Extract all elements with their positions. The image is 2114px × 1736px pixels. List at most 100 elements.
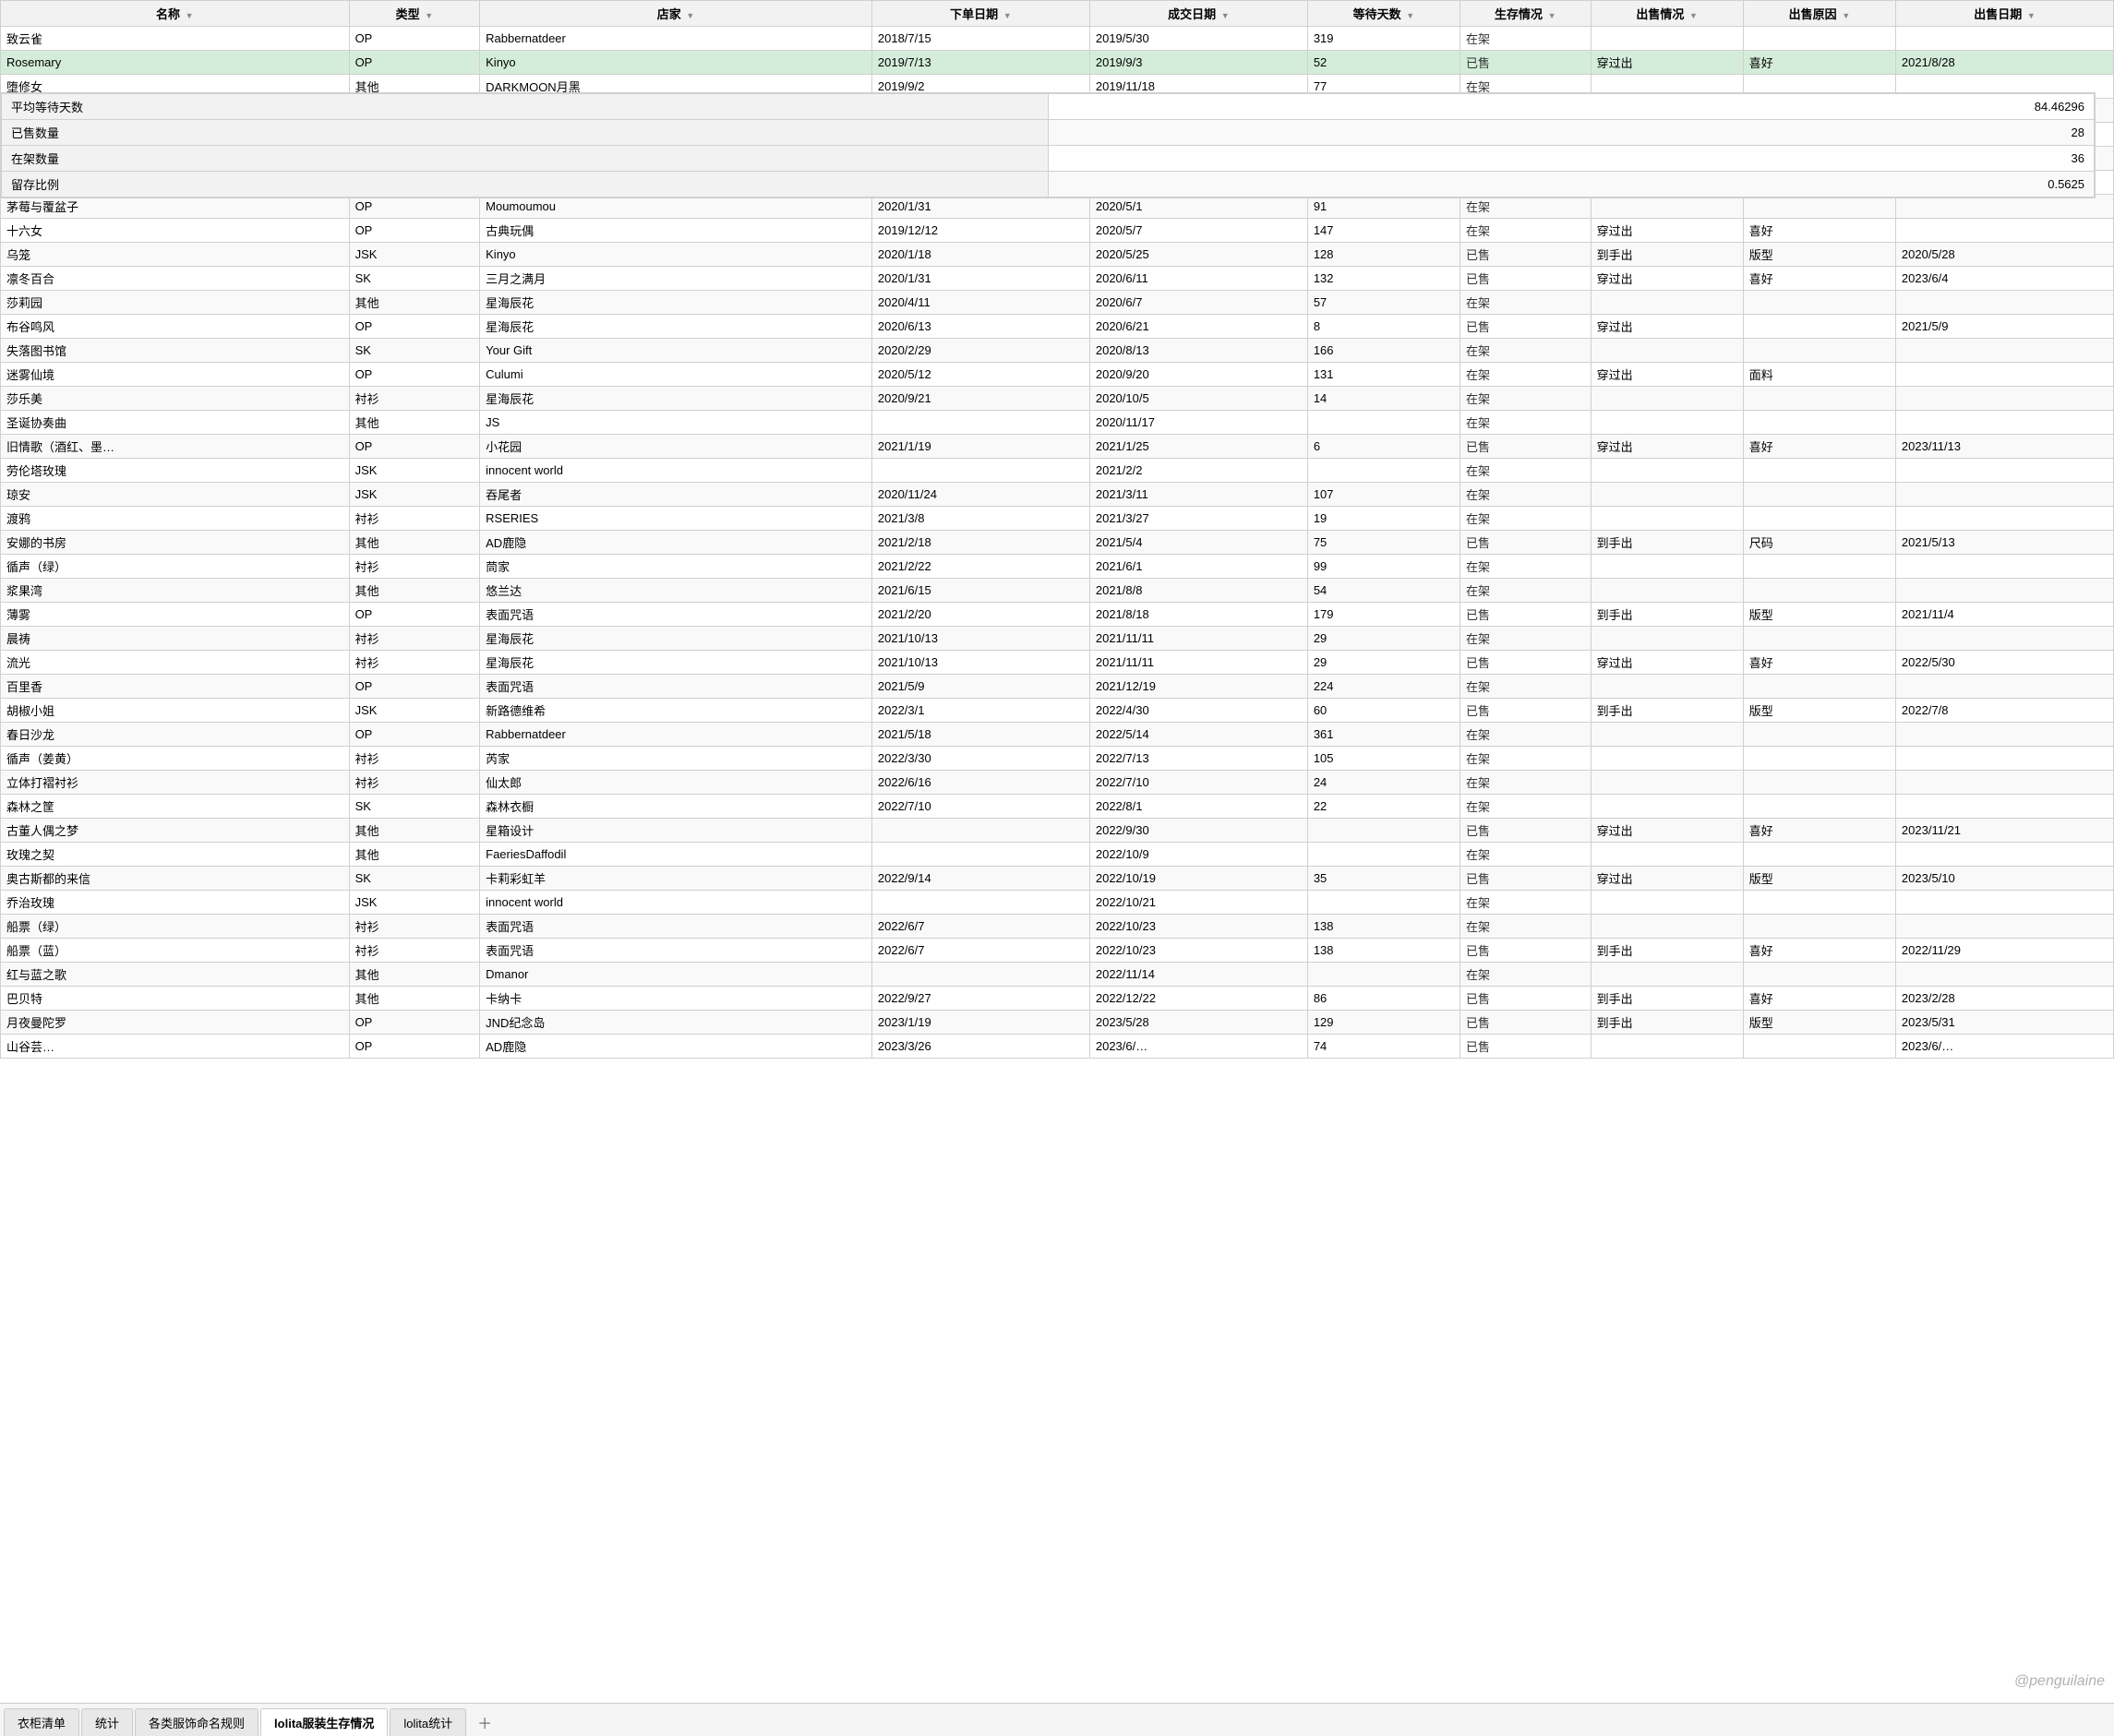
- cell-sell-out: [1591, 507, 1743, 531]
- col-header-selldate[interactable]: 出售日期 ▼: [1895, 1, 2113, 27]
- cell-order-date: 2021/5/18: [871, 723, 1089, 747]
- add-tab-button[interactable]: ＋: [468, 1708, 501, 1736]
- cell-shop: 星箱设计: [480, 819, 872, 843]
- table-row[interactable]: 船票（绿）衬衫表面咒语2022/6/72022/10/23138在架: [1, 915, 2114, 939]
- table-row[interactable]: 致云雀OPRabbernatdeer2018/7/152019/5/30319在…: [1, 27, 2114, 51]
- table-row[interactable]: 百里香OP表面咒语2021/5/92021/12/19224在架: [1, 675, 2114, 699]
- cell-type: 衬衫: [349, 387, 480, 411]
- table-row[interactable]: 古董人偶之梦其他星箱设计2022/9/30已售穿过出喜好2023/11/21: [1, 819, 2114, 843]
- cell-wait-days: 35: [1307, 867, 1459, 891]
- cell-sell-date: [1895, 915, 2113, 939]
- col-header-wait[interactable]: 等待天数 ▼: [1307, 1, 1459, 27]
- cell-name: Rosemary: [1, 51, 350, 75]
- table-row[interactable]: 迷雾仙境OPCulumi2020/5/122020/9/20131在架穿过出面料: [1, 363, 2114, 387]
- table-row[interactable]: 圣诞协奏曲其他JS2020/11/17在架: [1, 411, 2114, 435]
- cell-wait-days: 6: [1307, 435, 1459, 459]
- table-row[interactable]: 循声（姜黄）衬衫芮家2022/3/302022/7/13105在架: [1, 747, 2114, 771]
- tab-4[interactable]: lolita统计: [390, 1708, 466, 1736]
- table-row[interactable]: 布谷鸣风OP星海辰花2020/6/132020/6/218已售穿过出2021/5…: [1, 315, 2114, 339]
- cell-deal-date: 2021/5/4: [1089, 531, 1307, 555]
- cell-stock-status: 已售: [1460, 603, 1592, 627]
- table-row[interactable]: 玫瑰之契其他FaeriesDaffodil2022/10/9在架: [1, 843, 2114, 867]
- table-row[interactable]: 乌笼JSKKinyo2020/1/182020/5/25128已售到手出版型20…: [1, 243, 2114, 267]
- table-row[interactable]: 春日沙龙OPRabbernatdeer2021/5/182022/5/14361…: [1, 723, 2114, 747]
- table-row[interactable]: 旧情歌（酒红、墨…OP小花园2021/1/192021/1/256已售穿过出喜好…: [1, 435, 2114, 459]
- cell-sell-reason: [1743, 675, 1895, 699]
- cell-deal-date: 2021/3/11: [1089, 483, 1307, 507]
- col-header-shop[interactable]: 店家 ▼: [480, 1, 872, 27]
- cell-order-date: 2021/2/18: [871, 531, 1089, 555]
- cell-name: 琼安: [1, 483, 350, 507]
- cell-sell-reason: [1743, 627, 1895, 651]
- table-row[interactable]: 浆果湾其他悠兰达2021/6/152021/8/854在架: [1, 579, 2114, 603]
- table-row[interactable]: 奥古斯都的来信SK卡莉彩虹羊2022/9/142022/10/1935已售穿过出…: [1, 867, 2114, 891]
- cell-sell-date: 2023/11/13: [1895, 435, 2113, 459]
- cell-wait-days: 86: [1307, 987, 1459, 1011]
- table-row[interactable]: 十六女OP古典玩偶2019/12/122020/5/7147在架穿过出喜好: [1, 219, 2114, 243]
- table-row[interactable]: 凛冬百合SK三月之满月2020/1/312020/6/11132已售穿过出喜好2…: [1, 267, 2114, 291]
- tab-1[interactable]: 统计: [81, 1708, 133, 1736]
- table-row[interactable]: 劳伦塔玫瑰JSKinnocent world2021/2/2在架: [1, 459, 2114, 483]
- col-header-order[interactable]: 下单日期 ▼: [871, 1, 1089, 27]
- table-row[interactable]: 莎乐美衬衫星海辰花2020/9/212020/10/514在架: [1, 387, 2114, 411]
- tab-0[interactable]: 衣柜清单: [4, 1708, 79, 1736]
- col-header-name[interactable]: 名称 ▼: [1, 1, 350, 27]
- cell-deal-date: 2022/10/19: [1089, 867, 1307, 891]
- cell-sell-out: [1591, 339, 1743, 363]
- cell-deal-date: 2020/10/5: [1089, 387, 1307, 411]
- table-row[interactable]: 渡鸦衬衫RSERIES2021/3/82021/3/2719在架: [1, 507, 2114, 531]
- in-stock-label: 在架数量: [2, 146, 1049, 172]
- cell-type: JSK: [349, 699, 480, 723]
- col-header-status[interactable]: 生存情况 ▼: [1460, 1, 1592, 27]
- col-header-sellout[interactable]: 出售情况 ▼: [1591, 1, 1743, 27]
- cell-name: 凛冬百合: [1, 267, 350, 291]
- cell-sell-reason: 喜好: [1743, 987, 1895, 1011]
- cell-wait-days: 105: [1307, 747, 1459, 771]
- cell-wait-days: [1307, 963, 1459, 987]
- table-row[interactable]: 山谷芸…OPAD鹿隐2023/3/262023/6/…74已售2023/6/…: [1, 1035, 2114, 1059]
- cell-shop: innocent world: [480, 891, 872, 915]
- cell-stock-status: 在架: [1460, 507, 1592, 531]
- table-row[interactable]: 森林之筐SK森林衣橱2022/7/102022/8/122在架: [1, 795, 2114, 819]
- table-row[interactable]: 胡椒小姐JSK新路德维希2022/3/12022/4/3060已售到手出版型20…: [1, 699, 2114, 723]
- table-row[interactable]: 莎莉园其他星海辰花2020/4/112020/6/757在架: [1, 291, 2114, 315]
- table-row[interactable]: 船票（蓝）衬衫表面咒语2022/6/72022/10/23138已售到手出喜好2…: [1, 939, 2114, 963]
- table-row[interactable]: RosemaryOPKinyo2019/7/132019/9/352已售穿过出喜…: [1, 51, 2114, 75]
- cell-name: 十六女: [1, 219, 350, 243]
- table-row[interactable]: 琼安JSK吞尾者2020/11/242021/3/11107在架: [1, 483, 2114, 507]
- col-header-reason[interactable]: 出售原因 ▼: [1743, 1, 1895, 27]
- cell-deal-date: 2022/5/14: [1089, 723, 1307, 747]
- table-row[interactable]: 乔治玫瑰JSKinnocent world2022/10/21在架: [1, 891, 2114, 915]
- cell-sell-reason: [1743, 843, 1895, 867]
- cell-type: OP: [349, 27, 480, 51]
- cell-shop: AD鹿隐: [480, 1035, 872, 1059]
- table-row[interactable]: 晨祷衬衫星海辰花2021/10/132021/11/1129在架: [1, 627, 2114, 651]
- cell-sell-out: [1591, 483, 1743, 507]
- col-header-type[interactable]: 类型 ▼: [349, 1, 480, 27]
- col-header-deal[interactable]: 成交日期 ▼: [1089, 1, 1307, 27]
- cell-sell-date: [1895, 507, 2113, 531]
- tab-3[interactable]: lolita服装生存情况: [260, 1708, 388, 1736]
- cell-sell-reason: [1743, 507, 1895, 531]
- cell-sell-out: [1591, 291, 1743, 315]
- cell-name: 劳伦塔玫瑰: [1, 459, 350, 483]
- cell-sell-out: 到手出: [1591, 699, 1743, 723]
- table-row[interactable]: 月夜曼陀罗OPJND纪念岛2023/1/192023/5/28129已售到手出版…: [1, 1011, 2114, 1035]
- table-row[interactable]: 薄雾OP表面咒语2021/2/202021/8/18179已售到手出版型2021…: [1, 603, 2114, 627]
- table-row[interactable]: 安娜的书房其他AD鹿隐2021/2/182021/5/475已售到手出尺码202…: [1, 531, 2114, 555]
- spreadsheet-container[interactable]: 名称 ▼ 类型 ▼ 店家 ▼ 下单日期 ▼ 成交日期 ▼ 等待天数 ▼ 生存情况…: [0, 0, 2114, 1703]
- table-row[interactable]: 流光衬衫星海辰花2021/10/132021/11/1129已售穿过出喜好202…: [1, 651, 2114, 675]
- cell-name: 月夜曼陀罗: [1, 1011, 350, 1035]
- table-row[interactable]: 失落图书馆SKYour Gift2020/2/292020/8/13166在架: [1, 339, 2114, 363]
- tab-2[interactable]: 各类服饰命名规则: [135, 1708, 258, 1736]
- cell-sell-date: [1895, 891, 2113, 915]
- table-row[interactable]: 循声（绿）衬衫茼家2021/2/222021/6/199在架: [1, 555, 2114, 579]
- cell-sell-date: 2023/5/31: [1895, 1011, 2113, 1035]
- cell-shop: 三月之满月: [480, 267, 872, 291]
- cell-wait-days: 57: [1307, 291, 1459, 315]
- table-row[interactable]: 巴贝特其他卡纳卡2022/9/272022/12/2286已售到手出喜好2023…: [1, 987, 2114, 1011]
- cell-sell-reason: [1743, 747, 1895, 771]
- table-row[interactable]: 立体打褶衬衫衬衫仙太郎2022/6/162022/7/1024在架: [1, 771, 2114, 795]
- cell-wait-days: 166: [1307, 339, 1459, 363]
- table-row[interactable]: 红与蓝之歌其他Dmanor2022/11/14在架: [1, 963, 2114, 987]
